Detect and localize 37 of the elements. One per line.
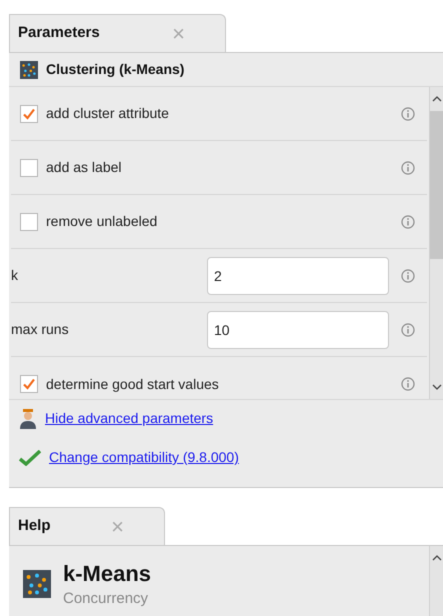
scrollbar[interactable]	[429, 87, 443, 399]
help-title: k-Means	[63, 560, 152, 588]
link[interactable]: Change compatibility (9.8.000)	[49, 447, 239, 468]
info-icon[interactable]	[401, 322, 415, 336]
checkbox[interactable]	[20, 104, 38, 122]
panel-tab[interactable]: Help ×	[9, 507, 165, 545]
checkbox[interactable]	[20, 212, 38, 230]
info-icon[interactable]	[401, 214, 415, 228]
panel-tab[interactable]: Parameters ×	[9, 14, 226, 52]
parameter-label: k	[11, 266, 19, 285]
info-icon[interactable]	[401, 160, 415, 174]
checkmark-icon	[19, 450, 41, 466]
parameter-label: add cluster attribute	[46, 104, 169, 123]
input-field[interactable]: 10	[207, 310, 389, 348]
checkbox[interactable]	[20, 375, 38, 393]
tab-label: Help	[18, 516, 51, 536]
info-icon[interactable]	[401, 106, 415, 120]
operator-title: Clustering (k-Means)	[46, 60, 184, 79]
info-icon[interactable]	[401, 377, 415, 391]
input-field[interactable]: 2	[207, 256, 389, 294]
scroll-up-icon[interactable]	[432, 554, 442, 562]
scrollbar-thumb[interactable]	[430, 111, 443, 259]
scroll-up-icon[interactable]	[432, 95, 442, 103]
cluster-icon	[20, 60, 38, 78]
person-icon	[19, 408, 37, 428]
parameter-label: max runs	[11, 320, 70, 339]
link[interactable]: Hide advanced parameters	[45, 408, 214, 429]
parameter-label: add as label	[46, 158, 122, 177]
info-icon[interactable]	[401, 268, 415, 282]
cluster-icon	[23, 570, 51, 598]
parameter-label: remove unlabeled	[46, 212, 158, 231]
scrollbar[interactable]	[429, 546, 443, 616]
tab-label: Parameters	[18, 23, 100, 44]
parameter-label: determine good start values	[46, 374, 219, 394]
help-subtitle: Concurrency	[63, 588, 150, 608]
checkbox[interactable]	[20, 158, 38, 176]
scroll-down-icon[interactable]	[432, 383, 442, 391]
